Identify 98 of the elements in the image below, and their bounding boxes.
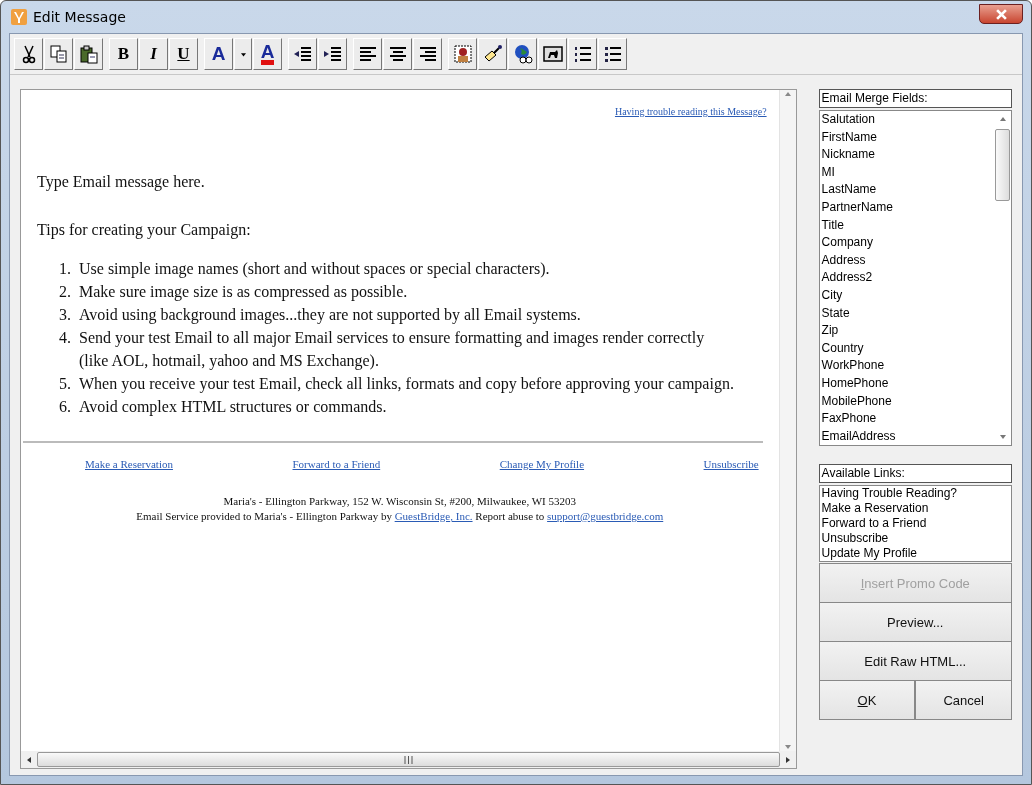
available-links-label: Available Links: [818,464,1012,484]
footer-link[interactable]: Unsubscribe [703,458,759,470]
action-button[interactable]: Edit Raw HTML... [818,641,1012,682]
list-number: 4. [58,328,71,348]
list-item[interactable]: PartnerName [821,198,994,217]
list-item[interactable]: FaxPhone [821,410,994,428]
paste-button[interactable] [74,38,103,70]
copy-icon [48,44,69,64]
numbered-list-button[interactable] [568,38,597,70]
tip-text: Avoid using background images...they are not supported by all Email systems. [79,305,581,326]
tip-text: Make sure image size is as compressed as possible. [79,282,408,303]
list-item[interactable]: Having Trouble Reading? [821,486,1011,502]
list-item[interactable]: Unsubscribe [821,531,1011,547]
list-item[interactable]: Address2 [821,269,994,287]
app-icon [11,9,27,25]
outdent-button[interactable] [318,38,347,70]
list-item[interactable]: LastName [821,181,994,199]
italic-button[interactable]: I [139,38,168,70]
person-image-icon [452,44,473,64]
list-item[interactable]: Title [821,216,994,235]
list-item[interactable]: WorkPhone [821,357,994,375]
list-item[interactable]: MI [821,163,994,182]
list-item[interactable]: HomePhone [821,374,994,393]
align-center-icon [387,44,408,64]
action-button[interactable]: Preview... [818,602,1012,643]
align-center-button[interactable] [383,38,412,70]
trouble-reading-link[interactable]: Having trouble reading this Message? [614,106,767,117]
highlight-color-button[interactable]: A [253,38,282,70]
scroll-left-icon[interactable] [25,755,33,764]
insert-picture-button[interactable] [448,38,477,70]
list-item[interactable]: Nickname [821,146,994,164]
brush-button[interactable] [478,38,507,70]
list-number: 3. [58,305,71,325]
merge-fields-label: Email Merge Fields: [818,89,1012,108]
outdent-icon [322,44,343,64]
paste-icon [78,44,99,64]
align-left-button[interactable] [353,38,382,70]
list-number: 6. [58,397,71,417]
scroll-up-icon[interactable] [783,90,792,98]
footer-link[interactable]: support@guestbridge.com [547,510,664,522]
brush-icon [482,44,503,64]
indent-button[interactable] [288,38,317,70]
address-text: Maria's - Ellington Parkway, 152 W. Wisconsin St, #200, Milwaukee, WI 53203 [222,494,577,509]
footer-link[interactable]: Make a Reservation [85,458,173,470]
list-item[interactable]: Update My Profile [821,546,1011,562]
scroll-up-icon[interactable] [998,115,1007,123]
list-item[interactable]: FirstName [821,128,994,147]
list-item[interactable]: EmailAddress [821,427,994,446]
body-text: Type Email message here. [37,173,206,191]
list-item[interactable]: Address [821,251,994,270]
underline-button[interactable]: U [169,38,198,70]
service-text: Email Service provided to Maria's - Ellington Parkway by GuestBridge, Inc. Report abuse to support@guestbridge.com [136,510,664,522]
close-icon [995,8,1007,20]
align-right-icon [417,44,438,64]
dialog-button[interactable]: Cancel [915,680,1012,721]
list-item[interactable]: Company [821,234,994,252]
globe-icon [512,44,533,64]
font-color-button[interactable]: A [204,38,233,70]
scroll-right-icon[interactable] [783,755,792,764]
list-number: 2. [58,282,71,302]
list-item[interactable]: Make a Reservation [821,501,1011,517]
list-item[interactable]: Salutation [821,111,994,129]
window-title: Edit Message [33,9,126,25]
list-item[interactable]: State [821,304,994,323]
list-item[interactable]: Country [821,339,994,358]
list-item[interactable]: MobilePhone [821,392,994,411]
footer-link[interactable]: Change My Profile [499,458,585,470]
list-item[interactable]: Zip [821,322,994,340]
tip-text: Avoid complex HTML structures or commands. [79,397,387,418]
tips-heading: Tips for creating your Campaign: [37,221,252,239]
available-links-list[interactable]: Having Trouble Reading? Make a Reservation Forward to a Friend Unsubscribe Update My Profile [818,485,1012,563]
caret-icon [239,51,247,57]
bullet-list-icon [602,44,623,64]
cut-button[interactable] [14,38,43,70]
image-button[interactable] [538,38,567,70]
close-button[interactable] [979,4,1023,24]
copy-button[interactable] [44,38,73,70]
footer-link[interactable]: GuestBridge, Inc. [394,510,473,522]
list-item[interactable]: City [821,286,994,305]
tip-text: When you receive your test Email, check all links, formats and copy before approving your campaign. [79,374,734,395]
numbered-list-icon [572,44,593,64]
tip-text: Use simple image names (short and without spaces or special characters). [79,259,550,280]
link-button[interactable] [508,38,537,70]
tip-text: Send your test Email to all major Email services to ensure formatting and images render correctly (like AOL, hotmail, yahoo and MS Exchange). [79,328,706,372]
bullet-list-button[interactable] [598,38,627,70]
dropdown-button[interactable] [234,38,252,70]
merge-fields-list[interactable]: Salutation FirstName Nickname MI LastName PartnerName Title Company Address Address2 City State Zip Country WorkPhone HomePhone MobilePhone FaxPhone EmailAddress [818,110,1012,447]
indent-icon [292,44,313,64]
list-number: 1. [58,259,71,279]
list-item[interactable]: Forward to a Friend [821,516,1011,532]
grip-icon [403,755,413,764]
align-left-icon [357,44,378,64]
bold-button[interactable]: B [109,38,138,70]
list-number: 5. [58,374,71,394]
dialog-button[interactable]: OK [818,680,916,721]
image-icon [542,44,563,64]
align-right-button[interactable] [413,38,442,70]
footer-link[interactable]: Forward to a Friend [292,458,381,470]
